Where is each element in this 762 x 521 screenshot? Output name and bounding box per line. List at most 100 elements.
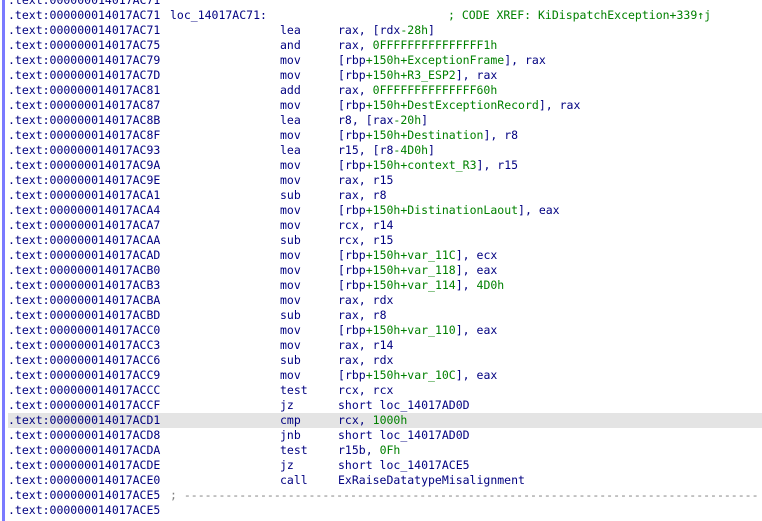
listing-row[interactable]: .text:000000014017ACC6 sub rax, rdx (8, 353, 762, 368)
operand-register[interactable]: rcx (338, 413, 359, 427)
row-address[interactable]: .text:000000014017ACC6 (8, 353, 160, 368)
row-address[interactable]: .text:000000014017ACB0 (8, 263, 160, 278)
operand-variable[interactable]: +DestExceptionRecord (400, 98, 538, 112)
operand-register[interactable]: rbp (345, 263, 366, 277)
instruction-mnemonic[interactable]: lea (280, 113, 301, 128)
operand-variable[interactable]: +context_R3 (400, 158, 476, 172)
row-address[interactable]: .text:000000014017ACD1 (8, 413, 160, 428)
instruction-operands[interactable]: [rbp+150h+var_118], eax (338, 263, 497, 278)
operand-register[interactable]: rax (338, 338, 359, 352)
listing-row[interactable]: .text:000000014017AC9A mov [rbp+150h+conte… (8, 158, 762, 173)
listing-row[interactable]: .text:000000014017ACE0 call ExRaiseDatatyp… (8, 473, 762, 488)
instruction-operands[interactable]: r15b, 0Fh (338, 443, 400, 458)
instruction-mnemonic[interactable]: mov (280, 368, 301, 383)
instruction-mnemonic[interactable]: mov (280, 128, 301, 143)
instruction-operands[interactable]: rax, r8 (338, 188, 387, 203)
listing-row[interactable]: .text:000000014017AC87 mov [rbp+150h+DestE… (8, 98, 762, 113)
instruction-operands[interactable]: rax, 0FFFFFFFFFFFFFF60h (338, 83, 497, 98)
listing-row-selected[interactable]: .text:000000014017ACD1 cmp rcx, 1000h (8, 413, 762, 428)
row-address[interactable]: .text:000000014017AC93 (8, 143, 160, 158)
operand-register[interactable]: rax (338, 38, 359, 52)
row-address[interactable]: .text:000000014017ACC0 (8, 323, 160, 338)
operand-register[interactable]: rdx (373, 293, 394, 307)
instruction-mnemonic[interactable]: jz (280, 398, 294, 413)
instruction-operands[interactable]: [rbp+150h+var_11C], ecx (338, 248, 497, 263)
instruction-operands[interactable]: rax, rdx (338, 293, 393, 308)
row-address[interactable]: .text:000000014017ACE5 (8, 503, 160, 518)
listing-row[interactable]: .text:000000014017ACA4 mov [rbp+150h+Disti… (8, 203, 762, 218)
instruction-operands[interactable]: rax, r15 (338, 173, 393, 188)
instruction-operands[interactable]: [rbp+150h+var_114], 4D0h (338, 278, 504, 293)
instruction-mnemonic[interactable]: sub (280, 188, 301, 203)
listing-row[interactable]: .text:000000014017AC79 mov [rbp+150h+Excep… (8, 53, 762, 68)
row-address[interactable]: .text:000000014017ACCC (8, 383, 160, 398)
row-address[interactable]: .text:000000014017ACD8 (8, 428, 160, 443)
operand-register[interactable]: r8 (338, 113, 352, 127)
operand-register[interactable]: rbp (345, 128, 366, 142)
listing-row[interactable]: .text:000000014017AC81 add rax, 0FFFFFFFFF… (8, 83, 762, 98)
operand-register[interactable]: rbp (345, 278, 366, 292)
operand-register[interactable]: rax (338, 308, 359, 322)
listing-row[interactable]: .text:000000014017ACA1 sub rax, r8 (8, 188, 762, 203)
operand-register[interactable]: r15 (373, 173, 394, 187)
row-address[interactable]: .text:000000014017ACBA (8, 293, 160, 308)
row-address[interactable]: .text:000000014017ACC3 (8, 338, 160, 353)
listing-row[interactable]: .text:000000014017ACA7 mov rcx, r14 (8, 218, 762, 233)
instruction-operands[interactable]: rcx, rcx (338, 383, 393, 398)
listing-row[interactable]: .text:000000014017ACDA test r15b, 0Fh (8, 443, 762, 458)
listing-row[interactable]: .text:000000014017AC8B lea r8, [rax-20h] (8, 113, 762, 128)
instruction-mnemonic[interactable]: mov (280, 293, 301, 308)
instruction-operands[interactable]: short loc_14017AD0D (338, 428, 470, 443)
operand-register[interactable]: rdx (380, 23, 401, 37)
row-address[interactable]: .text:000000014017AC71 (8, 0, 160, 8)
listing-row[interactable]: .text:000000014017AC9E mov rax, r15 (8, 173, 762, 188)
instruction-mnemonic[interactable]: sub (280, 233, 301, 248)
row-address[interactable]: .text:000000014017ACA1 (8, 188, 160, 203)
instruction-mnemonic[interactable]: cmp (280, 413, 301, 428)
operand-register[interactable]: r8 (504, 128, 518, 142)
operand-symbol[interactable]: loc_14017AD0D (380, 398, 470, 412)
operand-register[interactable]: rax (477, 68, 498, 82)
operand-variable[interactable]: +DistinationLaout (400, 203, 518, 217)
listing-row[interactable]: .text:000000014017ACD8 jnb short loc_14017… (8, 428, 762, 443)
instruction-mnemonic[interactable]: test (280, 443, 308, 458)
listing-row[interactable]: .text:000000014017ACCF jz short loc_14017A… (8, 398, 762, 413)
row-address[interactable]: .text:000000014017ACA7 (8, 218, 160, 233)
instruction-mnemonic[interactable]: mov (280, 158, 301, 173)
operand-register[interactable]: rax (338, 188, 359, 202)
operand-register[interactable]: rax (338, 173, 359, 187)
listing-row[interactable]: .text:000000014017AC7D mov [rbp+150h+R3_ES… (8, 68, 762, 83)
operand-register[interactable]: rax (560, 98, 581, 112)
instruction-mnemonic[interactable]: mov (280, 323, 301, 338)
row-address[interactable]: .text:000000014017ACDA (8, 443, 160, 458)
instruction-operands[interactable]: [rbp+150h+var_110], eax (338, 323, 497, 338)
operand-register[interactable]: rax (338, 353, 359, 367)
operand-variable[interactable]: +var_114 (400, 278, 455, 292)
row-address[interactable]: .text:000000014017ACE0 (8, 473, 160, 488)
operand-variable[interactable]: +Destination (400, 128, 483, 142)
operand-variable[interactable]: +var_10C (400, 368, 455, 382)
instruction-operands[interactable]: [rbp+150h+context_R3], r15 (338, 158, 518, 173)
operand-register[interactable]: r8 (373, 308, 387, 322)
instruction-operands[interactable]: rax, r14 (338, 338, 393, 353)
operand-variable[interactable]: +ExceptionFrame (400, 53, 504, 67)
operand-register[interactable]: rbp (345, 323, 366, 337)
operand-register[interactable]: eax (539, 203, 560, 217)
listing-row[interactable]: .text:000000014017ACBD sub rax, r8 (8, 308, 762, 323)
row-address[interactable]: .text:000000014017ACAA (8, 233, 160, 248)
operand-register[interactable]: r15 (373, 233, 394, 247)
instruction-mnemonic[interactable]: test (280, 383, 308, 398)
operand-register[interactable]: short (338, 428, 380, 442)
listing-row[interactable]: .text:000000014017ACC3 mov rax, r14 (8, 338, 762, 353)
listing-row[interactable]: .text:000000014017ACB0 mov [rbp+150h+var_1… (8, 263, 762, 278)
listing-row[interactable]: .text:000000014017ACAA sub rcx, r15 (8, 233, 762, 248)
instruction-operands[interactable]: rcx, r15 (338, 233, 393, 248)
operand-register[interactable]: rbp (345, 248, 366, 262)
operand-symbol[interactable]: loc_14017AD0D (380, 428, 470, 442)
listing-row[interactable]: .text:000000014017AC71 (8, 0, 762, 8)
operand-register[interactable]: ecx (477, 248, 498, 262)
operand-register[interactable]: rdx (373, 353, 394, 367)
row-address[interactable]: .text:000000014017ACB3 (8, 278, 160, 293)
operand-register[interactable]: r8 (380, 143, 394, 157)
operand-register[interactable]: eax (477, 323, 498, 337)
